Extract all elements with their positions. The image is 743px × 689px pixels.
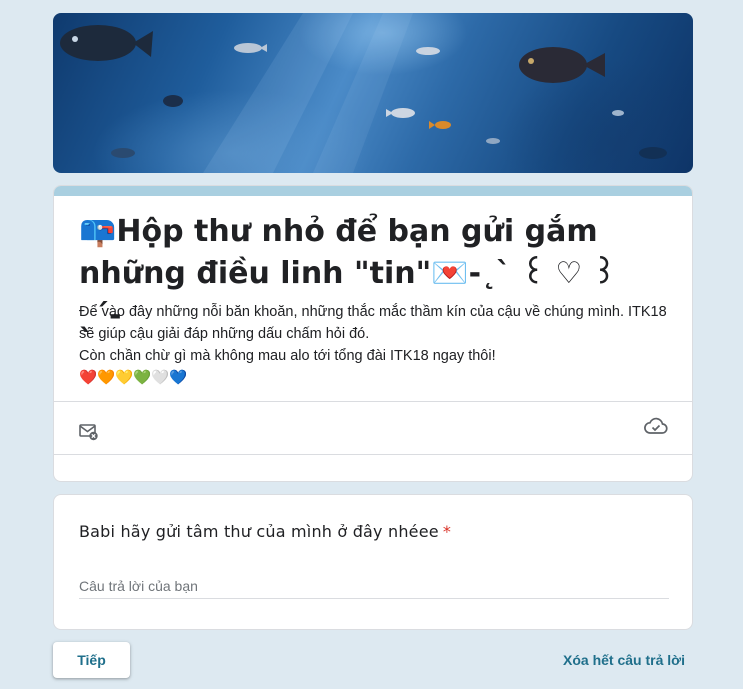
cloud-done-icon[interactable] bbox=[644, 416, 668, 436]
description-line-3: Còn chần chừ gì mà không mau alo tới tổn… bbox=[79, 348, 496, 364]
question-card: Babi hãy gửi tâm thư của mình ở đây nhée… bbox=[53, 494, 693, 630]
answer-input[interactable] bbox=[79, 573, 669, 599]
form-title-line-1: 📪Hộp thư nhỏ để bạn gửi gắm bbox=[79, 214, 598, 249]
question-label: Babi hãy gửi tâm thư của mình ở đây nhée… bbox=[79, 522, 451, 541]
question-text: Babi hãy gửi tâm thư của mình ở đây nhée… bbox=[79, 522, 439, 541]
hearts-emoji-line: ❤️🧡💛💚🤍💙 bbox=[79, 370, 188, 386]
accent-bar bbox=[54, 186, 692, 196]
fish-illustration bbox=[60, 13, 667, 173]
description-line-1: Để vào đây những nỗi băn khoăn, những th… bbox=[79, 304, 667, 320]
divider bbox=[54, 401, 692, 402]
description-line-2: sẽ giúp cậu giải đáp những dấu chấm hỏi … bbox=[79, 326, 370, 342]
divider bbox=[54, 454, 692, 455]
form-title-card: 📪Hộp thư nhỏ để bạn gửi gắm những điều l… bbox=[53, 185, 693, 482]
mail-off-icon[interactable] bbox=[79, 423, 99, 441]
required-asterisk: * bbox=[442, 522, 452, 541]
next-button[interactable]: Tiếp bbox=[53, 642, 130, 678]
form-description: Để vào đây những nỗi băn khoăn, những th… bbox=[79, 301, 679, 389]
clear-form-button[interactable]: Xóa hết câu trả lời bbox=[563, 652, 685, 668]
header-banner-image bbox=[53, 13, 693, 173]
